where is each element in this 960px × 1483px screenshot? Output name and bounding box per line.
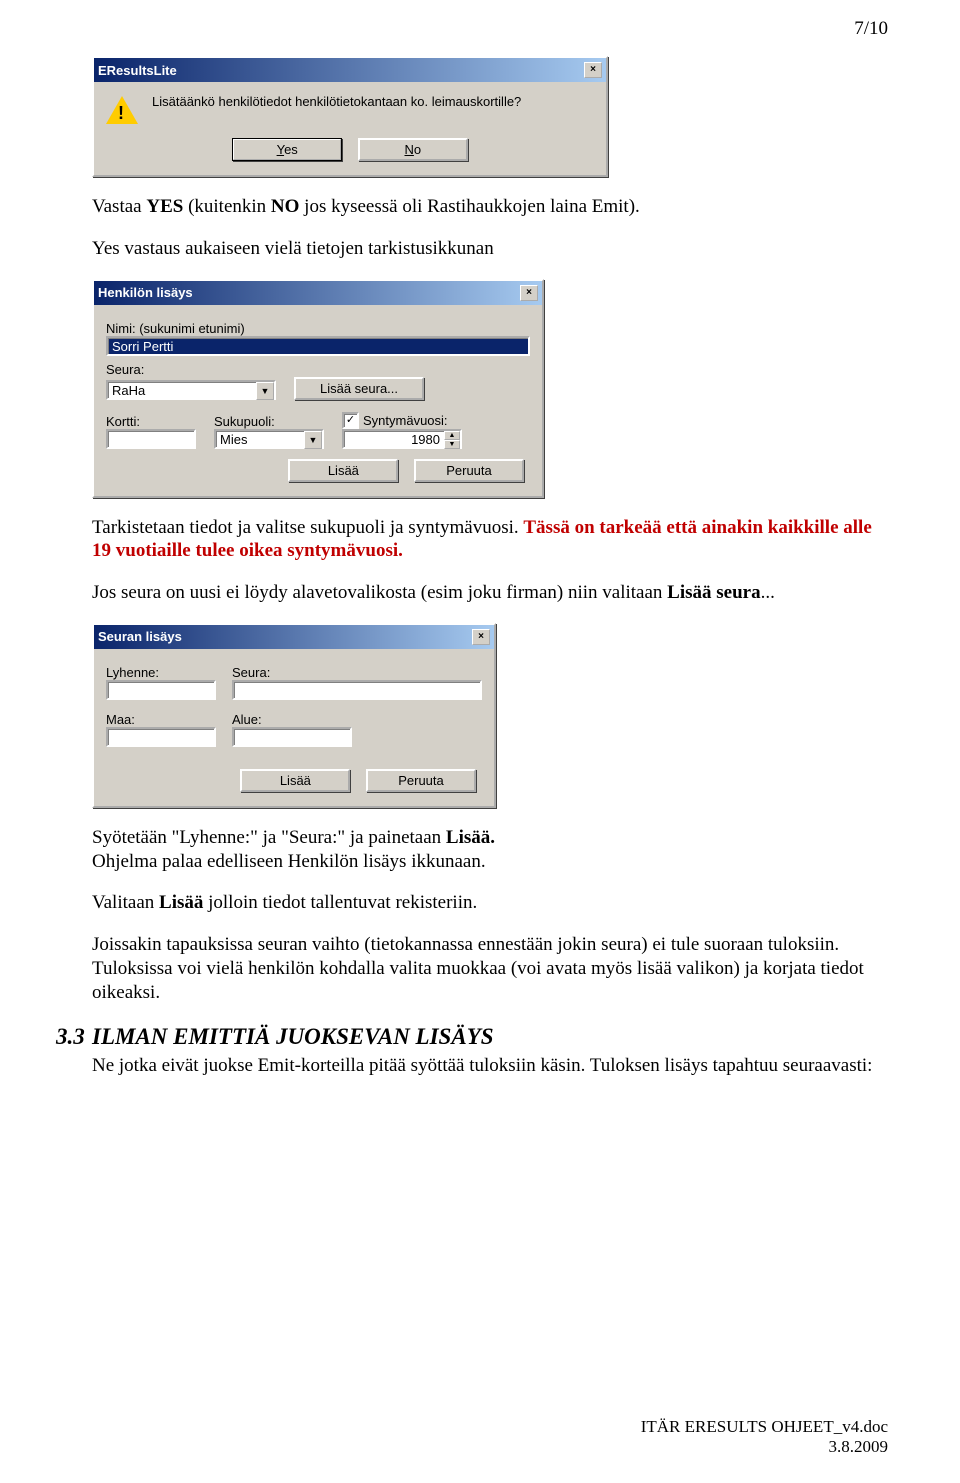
kortti-label: Kortti: (106, 414, 196, 429)
yes-button[interactable]: Yes (232, 138, 342, 161)
paragraph: Syötetään "Lyhenne:" ja "Seura:" ja pain… (92, 826, 888, 874)
maa-field[interactable] (106, 727, 216, 747)
nimi-label: Nimi: (sukunimi etunimi) (106, 321, 530, 336)
titlebar-text: Henkilön lisäys (98, 285, 193, 300)
chevron-down-icon[interactable]: ▼ (304, 431, 322, 449)
lisaa-button[interactable]: Lisää (240, 769, 350, 792)
seura-field[interactable] (232, 680, 482, 700)
kortti-field[interactable] (106, 429, 196, 449)
no-button[interactable]: No (358, 138, 468, 161)
footer: ITÄR ERESULTS OHJEET_v4.doc 3.8.2009 (641, 1417, 888, 1457)
lisaa-seura-button[interactable]: Lisää seura... (294, 377, 424, 400)
maa-label: Maa: (106, 712, 216, 727)
seura-combo[interactable]: RaHa (106, 380, 276, 400)
titlebar: Henkilön lisäys × (94, 281, 542, 305)
footer-doc: ITÄR ERESULTS OHJEET_v4.doc (641, 1417, 888, 1437)
page-number: 7/10 (0, 0, 960, 40)
close-icon[interactable]: × (472, 629, 490, 645)
footer-date: 3.8.2009 (641, 1437, 888, 1457)
paragraph: Tarkistetaan tiedot ja valitse sukupuoli… (92, 516, 888, 564)
titlebar-text: Seuran lisäys (98, 629, 182, 644)
nimi-field[interactable]: Sorri Pertti (106, 336, 530, 356)
chevron-down-icon[interactable]: ▼ (256, 382, 274, 400)
alue-field[interactable] (232, 727, 352, 747)
titlebar-text: EResultsLite (98, 63, 177, 78)
section-heading: 3.3ILMAN EMITTIÄ JUOKSEVAN LISÄYS (56, 1024, 888, 1050)
lyhenne-field[interactable] (106, 680, 216, 700)
paragraph: Valitaan Lisää jolloin tiedot tallentuva… (92, 891, 888, 915)
dialog-henkilon-lisays: Henkilön lisäys × Nimi: (sukunimi etunim… (92, 279, 544, 498)
warning-icon (106, 94, 138, 126)
dialog-seuran-lisays: Seuran lisäys × Lyhenne: Seura: Maa: (92, 623, 496, 808)
syntymavuosi-checkbox[interactable]: ✓ Syntymävuosi: (342, 412, 448, 429)
paragraph: Ne jotka eivät juokse Emit-korteilla pit… (92, 1054, 888, 1078)
seura-label: Seura: (232, 665, 482, 680)
sukupuoli-label: Sukupuoli: (214, 414, 324, 429)
paragraph: Jos seura on uusi ei löydy alavetovaliko… (92, 581, 888, 605)
titlebar: Seuran lisäys × (94, 625, 494, 649)
syntymavuosi-label: Syntymävuosi: (363, 413, 448, 428)
paragraph: Joissakin tapauksissa seuran vaihto (tie… (92, 933, 888, 1004)
paragraph: Yes vastaus aukaiseen vielä tietojen tar… (92, 237, 888, 261)
lyhenne-label: Lyhenne: (106, 665, 216, 680)
titlebar: EResultsLite × (94, 58, 606, 82)
messagebox-text: Lisätäänkö henkilötiedot henkilötietokan… (152, 94, 594, 126)
alue-label: Alue: (232, 712, 352, 727)
peruuta-button[interactable]: Peruuta (414, 459, 524, 482)
close-icon[interactable]: × (584, 62, 602, 78)
paragraph: Vastaa YES (kuitenkin NO jos kyseessä ol… (92, 195, 888, 219)
spin-down-icon[interactable]: ▼ (444, 440, 460, 449)
close-icon[interactable]: × (520, 285, 538, 301)
lisaa-button[interactable]: Lisää (288, 459, 398, 482)
spin-up-icon[interactable]: ▲ (444, 431, 460, 440)
checkbox-icon: ✓ (342, 412, 359, 429)
messagebox-eresultslite: EResultsLite × Lisätäänkö henkilötiedot … (92, 56, 608, 177)
seura-label: Seura: (106, 362, 530, 377)
peruuta-button[interactable]: Peruuta (366, 769, 476, 792)
